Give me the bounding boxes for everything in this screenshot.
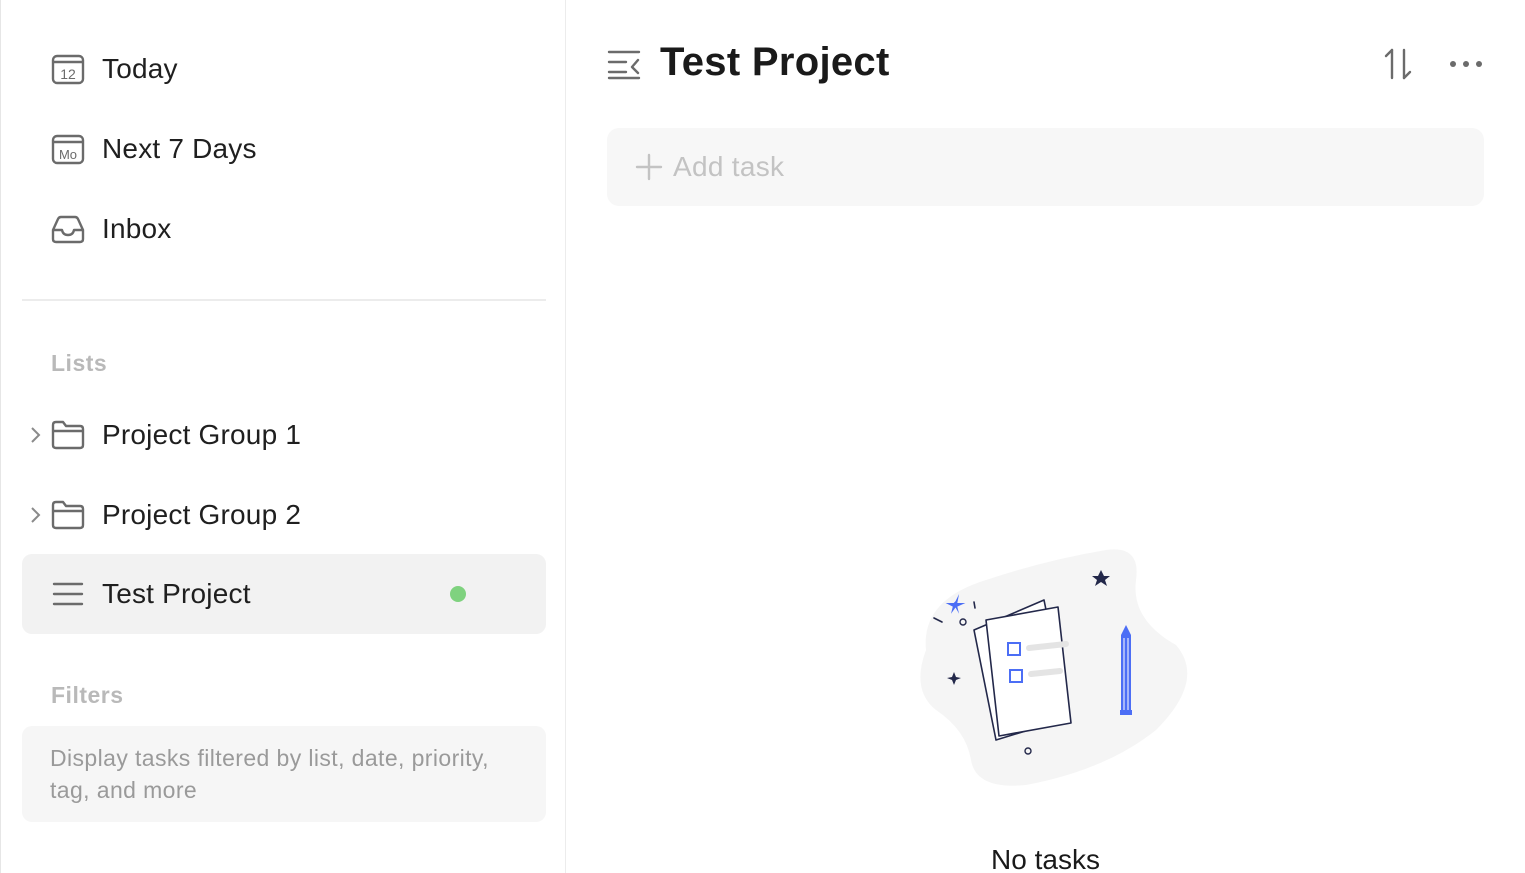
filters-description: Display tasks filtered by list, date, pr…	[50, 745, 489, 803]
list-icon	[50, 576, 86, 612]
page-title: Test Project	[660, 40, 890, 84]
calendar-today-icon: 12	[50, 51, 86, 87]
sidebar-item-label: Today	[102, 53, 178, 84]
sidebar: 12 Today Mo Next 7 Days Inbox Lists Proj…	[0, 0, 566, 873]
empty-state-title: No tasks	[991, 844, 1100, 873]
folder-icon	[50, 497, 86, 533]
sort-icon[interactable]	[1380, 46, 1416, 82]
empty-state-illustration	[906, 540, 1196, 800]
sidebar-item-label: Project Group 2	[102, 499, 302, 530]
app-window: 12 Today Mo Next 7 Days Inbox Lists Proj…	[0, 0, 1525, 873]
sidebar-item-label: Next 7 Days	[102, 133, 257, 164]
sidebar-item-project-group-1[interactable]: Project Group 1	[22, 395, 546, 475]
filters-promo[interactable]: Display tasks filtered by list, date, pr…	[22, 726, 546, 822]
chevron-right-icon[interactable]	[26, 425, 44, 445]
calendar-week-label: Mo	[59, 147, 77, 162]
add-task-input[interactable]: Add task	[607, 128, 1484, 206]
main-panel: Test Project Add task No tasks	[566, 0, 1525, 873]
sidebar-item-today[interactable]: 12 Today	[22, 29, 546, 109]
sidebar-item-inbox[interactable]: Inbox	[22, 189, 546, 269]
sidebar-divider	[22, 299, 546, 301]
filters-section-title: Filters	[51, 682, 124, 708]
sidebar-item-label: Test Project	[102, 578, 251, 609]
sidebar-toggle-icon[interactable]	[606, 46, 642, 82]
plus-icon	[635, 153, 663, 181]
calendar-today-number: 12	[60, 66, 76, 82]
sidebar-item-project-group-2[interactable]: Project Group 2	[22, 475, 546, 555]
more-options-icon[interactable]	[1448, 46, 1484, 82]
add-task-placeholder: Add task	[673, 151, 785, 182]
lists-section-title: Lists	[51, 350, 108, 376]
calendar-week-icon: Mo	[50, 131, 86, 167]
chevron-right-icon[interactable]	[26, 505, 44, 525]
sidebar-item-label: Project Group 1	[102, 419, 302, 450]
sidebar-item-test-project[interactable]: Test Project	[22, 554, 546, 634]
list-color-dot	[450, 586, 466, 602]
folder-icon	[50, 417, 86, 453]
sidebar-item-label: Inbox	[102, 213, 172, 244]
inbox-icon	[50, 211, 86, 247]
sidebar-item-next-7-days[interactable]: Mo Next 7 Days	[22, 109, 546, 189]
